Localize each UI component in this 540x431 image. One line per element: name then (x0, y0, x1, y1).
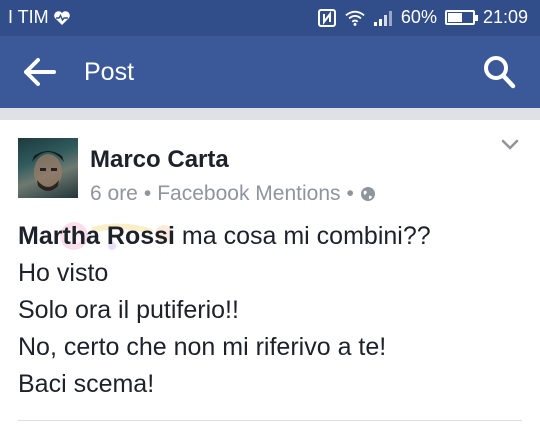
battery-percent: 60% (400, 7, 437, 27)
post-divider (18, 420, 522, 421)
status-right: 60% 21:09 (317, 7, 528, 28)
post-line-1: Martha Rossi ma cosa mi combini?? (18, 218, 528, 255)
carrier-label: I TIM (8, 7, 49, 27)
post-time[interactable]: 6 ore (90, 182, 138, 206)
mention-link[interactable]: Martha Rossi (18, 222, 175, 250)
post-meta: 6 ore • Facebook Mentions • (90, 182, 376, 206)
page-title: Post (84, 58, 135, 86)
app-bar: Post (0, 36, 540, 108)
post-line-5: Baci scema! (18, 370, 155, 398)
post-source[interactable]: Facebook Mentions (157, 182, 340, 206)
author-name[interactable]: Marco Carta (90, 146, 229, 174)
post-text: Martha Rossi ma cosa mi combini?? Ho vis… (18, 218, 528, 403)
post-line-text: ma cosa mi combini?? (174, 222, 431, 250)
heart-pulse-icon (53, 10, 70, 25)
post-line-2: Ho visto (18, 259, 109, 287)
back-arrow-icon[interactable] (22, 56, 58, 88)
feed-divider (0, 108, 540, 120)
clock: 21:09 (482, 7, 528, 27)
post-line-4: No, certo che non mi riferivo a te! (18, 333, 387, 361)
meta-separator: • (143, 182, 152, 205)
search-icon[interactable] (482, 54, 516, 90)
battery-icon (444, 10, 478, 25)
status-bar: I TIM 60% 21:09 (0, 0, 540, 36)
meta-separator: • (346, 182, 354, 205)
battery-fill (447, 13, 463, 22)
wifi-icon (345, 10, 365, 26)
chevron-down-icon[interactable] (500, 138, 520, 152)
signal-icon (373, 10, 392, 26)
nfc-icon (317, 8, 336, 27)
status-left: I TIM (8, 7, 71, 28)
post-card: Marco Carta 6 ore • Facebook Mentions • … (0, 120, 540, 431)
post-line-3: Solo ora il putiferio!! (18, 296, 239, 324)
avatar[interactable] (18, 138, 78, 198)
globe-icon (360, 187, 375, 201)
avatar-photo (32, 151, 64, 191)
